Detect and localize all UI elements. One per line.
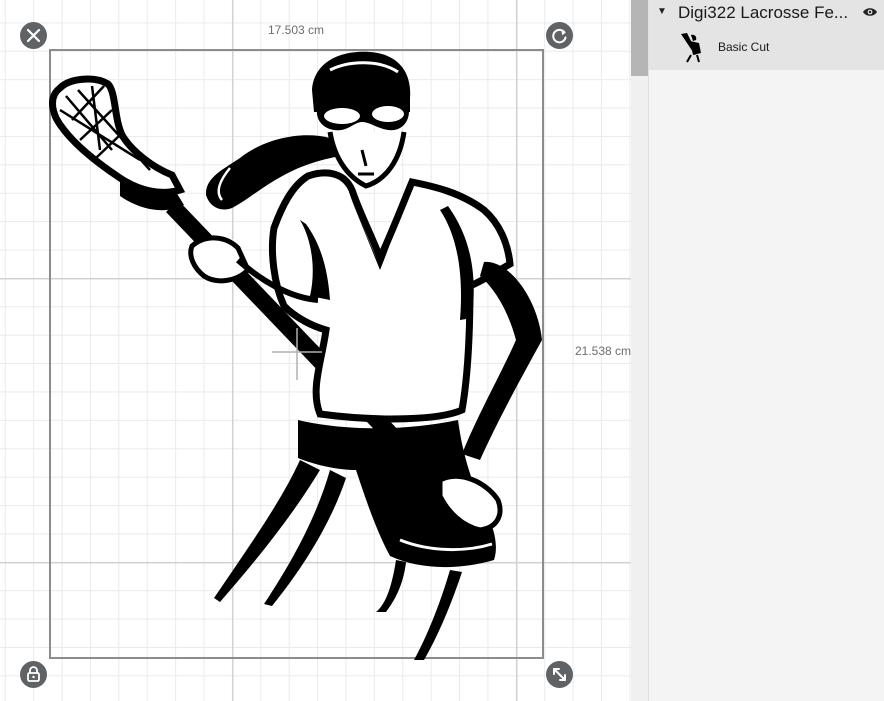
lacrosse-player-artwork[interactable] (0, 0, 631, 701)
delete-handle[interactable] (20, 22, 47, 49)
caret-down-icon[interactable]: ▼ (657, 6, 667, 17)
design-canvas[interactable]: 17.503 cm 21.538 cm (0, 0, 631, 701)
width-dimension-label: 17.503 cm (268, 23, 325, 37)
layer-group-row[interactable]: ▼ Digi322 Lacrosse Fe... Basic Cut (649, 0, 884, 70)
height-dimension-label: 21.538 cm (575, 344, 631, 358)
rotate-icon (552, 28, 567, 44)
scrollbar-thumb[interactable] (631, 0, 648, 76)
resize-handle[interactable] (546, 661, 573, 688)
rotate-handle[interactable] (546, 22, 573, 49)
layer-group-name: Digi322 Lacrosse Fe... (678, 3, 849, 22)
lock-handle[interactable] (20, 661, 47, 688)
layers-panel: ▼ Digi322 Lacrosse Fe... Basic Cut (648, 0, 884, 701)
resize-diagonal-icon (553, 668, 566, 681)
eye-icon[interactable] (862, 6, 878, 18)
canvas-scrollbar[interactable] (631, 0, 648, 701)
close-icon (26, 28, 41, 43)
lock-icon (27, 666, 40, 682)
layer-item-label[interactable]: Basic Cut (718, 40, 769, 54)
layer-thumbnail (681, 33, 701, 63)
